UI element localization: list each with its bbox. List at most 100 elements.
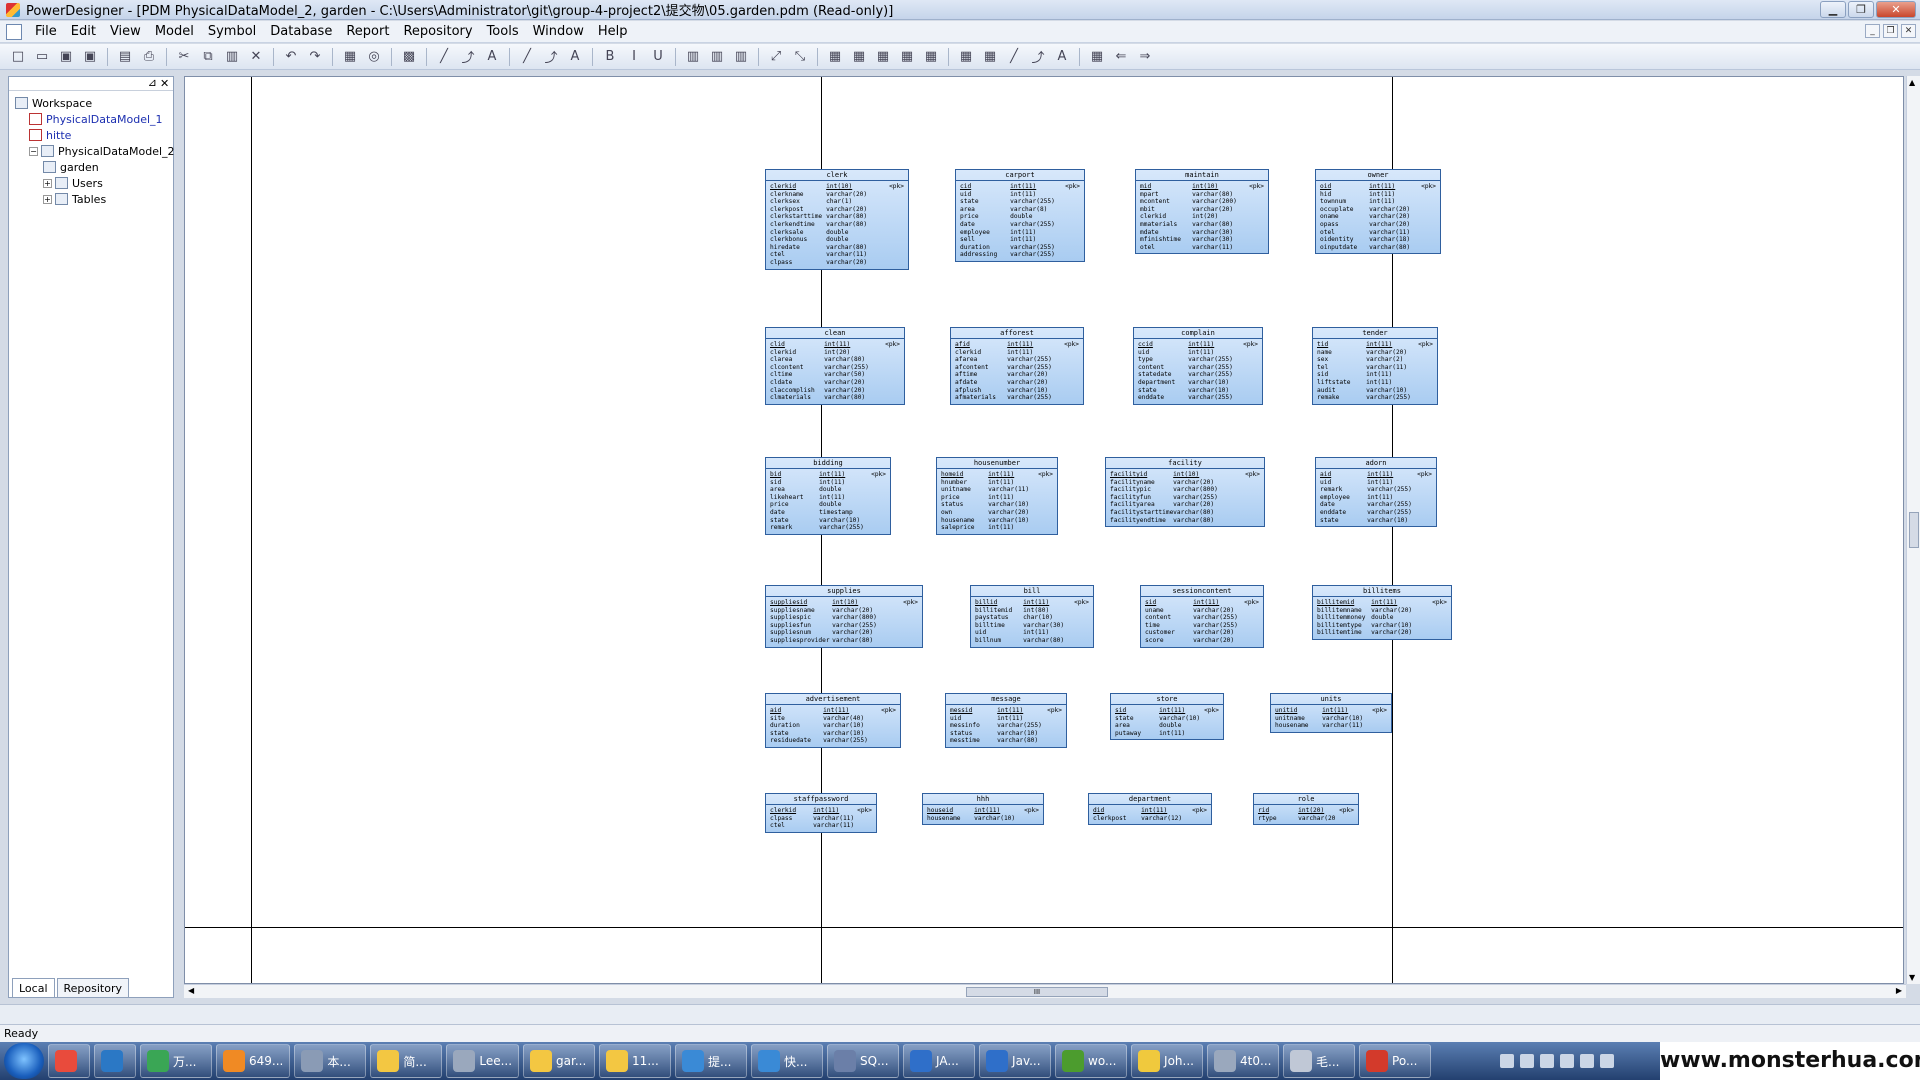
- toolbar-tool-icon[interactable]: I: [624, 47, 644, 67]
- toolbar-tool-icon[interactable]: ◎: [364, 47, 384, 67]
- taskbar-app-button[interactable]: 649...: [216, 1044, 291, 1078]
- toolbar-tool-icon[interactable]: ▥: [222, 47, 242, 67]
- toolbar-tool-icon[interactable]: ▤: [115, 47, 135, 67]
- vertical-scrollbar[interactable]: ▲ ▼: [1906, 76, 1920, 984]
- taskbar-app-button[interactable]: 本...: [294, 1044, 367, 1078]
- diagram-canvas[interactable]: clerk clerkid int(10) <pk> clerkname varchar(…: [184, 76, 1904, 984]
- scroll-up-icon[interactable]: ▲: [1909, 78, 1915, 87]
- menu-window[interactable]: Window: [526, 21, 591, 43]
- restore-button[interactable]: ❐: [1848, 1, 1874, 18]
- table-symbol-tender[interactable]: tender tid int(11) <pk> name varchar(20) sex va…: [1312, 327, 1438, 405]
- document-icon[interactable]: [6, 23, 22, 40]
- scroll-down-icon[interactable]: ▼: [1909, 973, 1915, 982]
- taskbar-app-button[interactable]: JA...: [903, 1044, 976, 1078]
- table-symbol-sessioncontent[interactable]: sessioncontent sid int(11) <pk> uname varchar…: [1140, 585, 1264, 648]
- toolbar-tool-icon[interactable]: ⤴: [458, 47, 478, 67]
- toolbar-tool-icon[interactable]: A: [1052, 47, 1072, 67]
- table-symbol-complain[interactable]: complain ccid int(11) <pk> uid int(11) type var…: [1133, 327, 1263, 405]
- table-symbol-carport[interactable]: carport cid int(11) <pk> uid int(11) state varc…: [955, 169, 1085, 262]
- menu-edit[interactable]: Edit: [64, 21, 103, 43]
- tree-item[interactable]: − PhysicalDataModel_2: [29, 143, 175, 159]
- table-symbol-hhh[interactable]: hhh houseid int(11) <pk> housename varchar(10…: [922, 793, 1044, 826]
- toolbar-tool-icon[interactable]: ⤴: [1028, 47, 1048, 67]
- toolbar-tool-icon[interactable]: ✂: [174, 47, 194, 67]
- taskbar-app-button[interactable]: Po...: [1359, 1044, 1432, 1078]
- tray-icon[interactable]: [1580, 1054, 1594, 1068]
- table-symbol-clean[interactable]: clean clid int(11) <pk> clerkid int(20) clarea…: [765, 327, 905, 405]
- taskbar-app-button[interactable]: 提...: [675, 1044, 748, 1078]
- table-symbol-department[interactable]: department did int(11) <pk> clerkpost varchar…: [1088, 793, 1212, 826]
- toolbar-tool-icon[interactable]: ▣: [80, 47, 100, 67]
- menu-tools[interactable]: Tools: [480, 21, 526, 43]
- table-symbol-role[interactable]: role rid int(20) <pk> rtype varchar(20): [1253, 793, 1359, 826]
- menu-help[interactable]: Help: [591, 21, 635, 43]
- toolbar-tool-icon[interactable]: A: [565, 47, 585, 67]
- taskbar-app-button[interactable]: Lee...: [446, 1044, 520, 1078]
- taskbar-app-button[interactable]: 4t0...: [1207, 1044, 1280, 1078]
- scroll-right-icon[interactable]: ▶: [1896, 986, 1902, 995]
- tab-local[interactable]: Local: [12, 978, 55, 998]
- tree-item[interactable]: Workspace: [15, 95, 92, 111]
- toolbar-tool-icon[interactable]: ▩: [399, 47, 419, 67]
- taskbar-app-button[interactable]: gar...: [523, 1044, 596, 1078]
- menu-repository[interactable]: Repository: [396, 21, 479, 43]
- tree-expander-icon[interactable]: −: [29, 146, 38, 156]
- toolbar-tool-icon[interactable]: ▥: [731, 47, 751, 67]
- table-symbol-supplies[interactable]: supplies suppliesid int(10) <pk> suppliesnam…: [765, 585, 923, 648]
- tree-item[interactable]: hitte: [29, 127, 71, 143]
- toolbar-tool-icon[interactable]: ╱: [1004, 47, 1024, 67]
- scroll-left-icon[interactable]: ◀: [188, 986, 194, 995]
- tray-icon[interactable]: [1600, 1054, 1614, 1068]
- table-symbol-afforest[interactable]: afforest afid int(11) <pk> clerkid int(11) afa…: [950, 327, 1084, 405]
- toolbar-tool-icon[interactable]: ▥: [707, 47, 727, 67]
- menu-symbol[interactable]: Symbol: [201, 21, 263, 43]
- toolbar-tool-icon[interactable]: ⤡: [790, 47, 810, 67]
- taskbar-app-button[interactable]: [48, 1044, 90, 1078]
- menu-model[interactable]: Model: [148, 21, 201, 43]
- tray-icon[interactable]: [1500, 1054, 1514, 1068]
- tab-repository[interactable]: Repository: [56, 978, 130, 998]
- toolbar-tool-icon[interactable]: ⤴: [541, 47, 561, 67]
- table-symbol-advertisement[interactable]: advertisement aid int(11) <pk> site varchar(4…: [765, 693, 901, 748]
- table-symbol-units[interactable]: units unitid int(11) <pk> unitname varchar(10…: [1270, 693, 1392, 733]
- table-symbol-message[interactable]: message messid int(11) <pk> uid int(11) messin…: [945, 693, 1067, 748]
- toolbar-tool-icon[interactable]: A: [482, 47, 502, 67]
- tray-icon[interactable]: [1560, 1054, 1574, 1068]
- vertical-scroll-thumb[interactable]: [1909, 512, 1919, 548]
- table-symbol-staffpassword[interactable]: staffpassword clerkid int(11) <pk> clpass var…: [765, 793, 877, 833]
- tree-item[interactable]: garden: [43, 159, 99, 175]
- toolbar-tool-icon[interactable]: ↶: [281, 47, 301, 67]
- table-symbol-adorn[interactable]: adorn aid int(11) <pk> uid int(11) remark varch…: [1315, 457, 1437, 528]
- toolbar-tool-icon[interactable]: ✕: [246, 47, 266, 67]
- start-button[interactable]: [4, 1043, 44, 1079]
- toolbar-tool-icon[interactable]: ▭: [32, 47, 52, 67]
- taskbar-app-button[interactable]: wo...: [1055, 1044, 1128, 1078]
- toolbar-tool-icon[interactable]: ▥: [683, 47, 703, 67]
- tray-icon[interactable]: [1520, 1054, 1534, 1068]
- horizontal-scrollbar[interactable]: ◀ III ▶: [184, 984, 1906, 998]
- toolbar-tool-icon[interactable]: ▦: [849, 47, 869, 67]
- tray-icon[interactable]: [1540, 1054, 1554, 1068]
- toolbar-tool-icon[interactable]: ⎙: [139, 47, 159, 67]
- toolbar-tool-icon[interactable]: ⧉: [198, 47, 218, 67]
- toolbar-tool-icon[interactable]: ⤢: [766, 47, 786, 67]
- taskbar-app-button[interactable]: 快...: [751, 1044, 824, 1078]
- table-symbol-owner[interactable]: owner oid int(11) <pk> hid int(11) townnum int(…: [1315, 169, 1441, 255]
- toolbar-tool-icon[interactable]: B: [600, 47, 620, 67]
- table-symbol-billitems[interactable]: billitems billitemid int(11) <pk> billitemna…: [1312, 585, 1452, 640]
- toolbar-tool-icon[interactable]: ▦: [980, 47, 1000, 67]
- tree-item[interactable]: PhysicalDataModel_1: [29, 111, 163, 127]
- taskbar-app-button[interactable]: 11...: [599, 1044, 672, 1078]
- mdi-restore-button[interactable]: ❐: [1883, 24, 1898, 38]
- toolbar-tool-icon[interactable]: ╱: [434, 47, 454, 67]
- taskbar-app-button[interactable]: Joh...: [1131, 1044, 1204, 1078]
- toolbar-tool-icon[interactable]: ▦: [956, 47, 976, 67]
- toolbar-tool-icon[interactable]: ▦: [340, 47, 360, 67]
- toolbar-tool-icon[interactable]: □: [8, 47, 28, 67]
- toolbar-tool-icon[interactable]: ⇐: [1111, 47, 1131, 67]
- tree-expander-icon[interactable]: +: [43, 178, 52, 188]
- close-button[interactable]: ✕: [1876, 1, 1916, 18]
- taskbar-app-button[interactable]: 万...: [140, 1044, 212, 1078]
- toolbar-tool-icon[interactable]: ↷: [305, 47, 325, 67]
- toolbar-tool-icon[interactable]: ▦: [897, 47, 917, 67]
